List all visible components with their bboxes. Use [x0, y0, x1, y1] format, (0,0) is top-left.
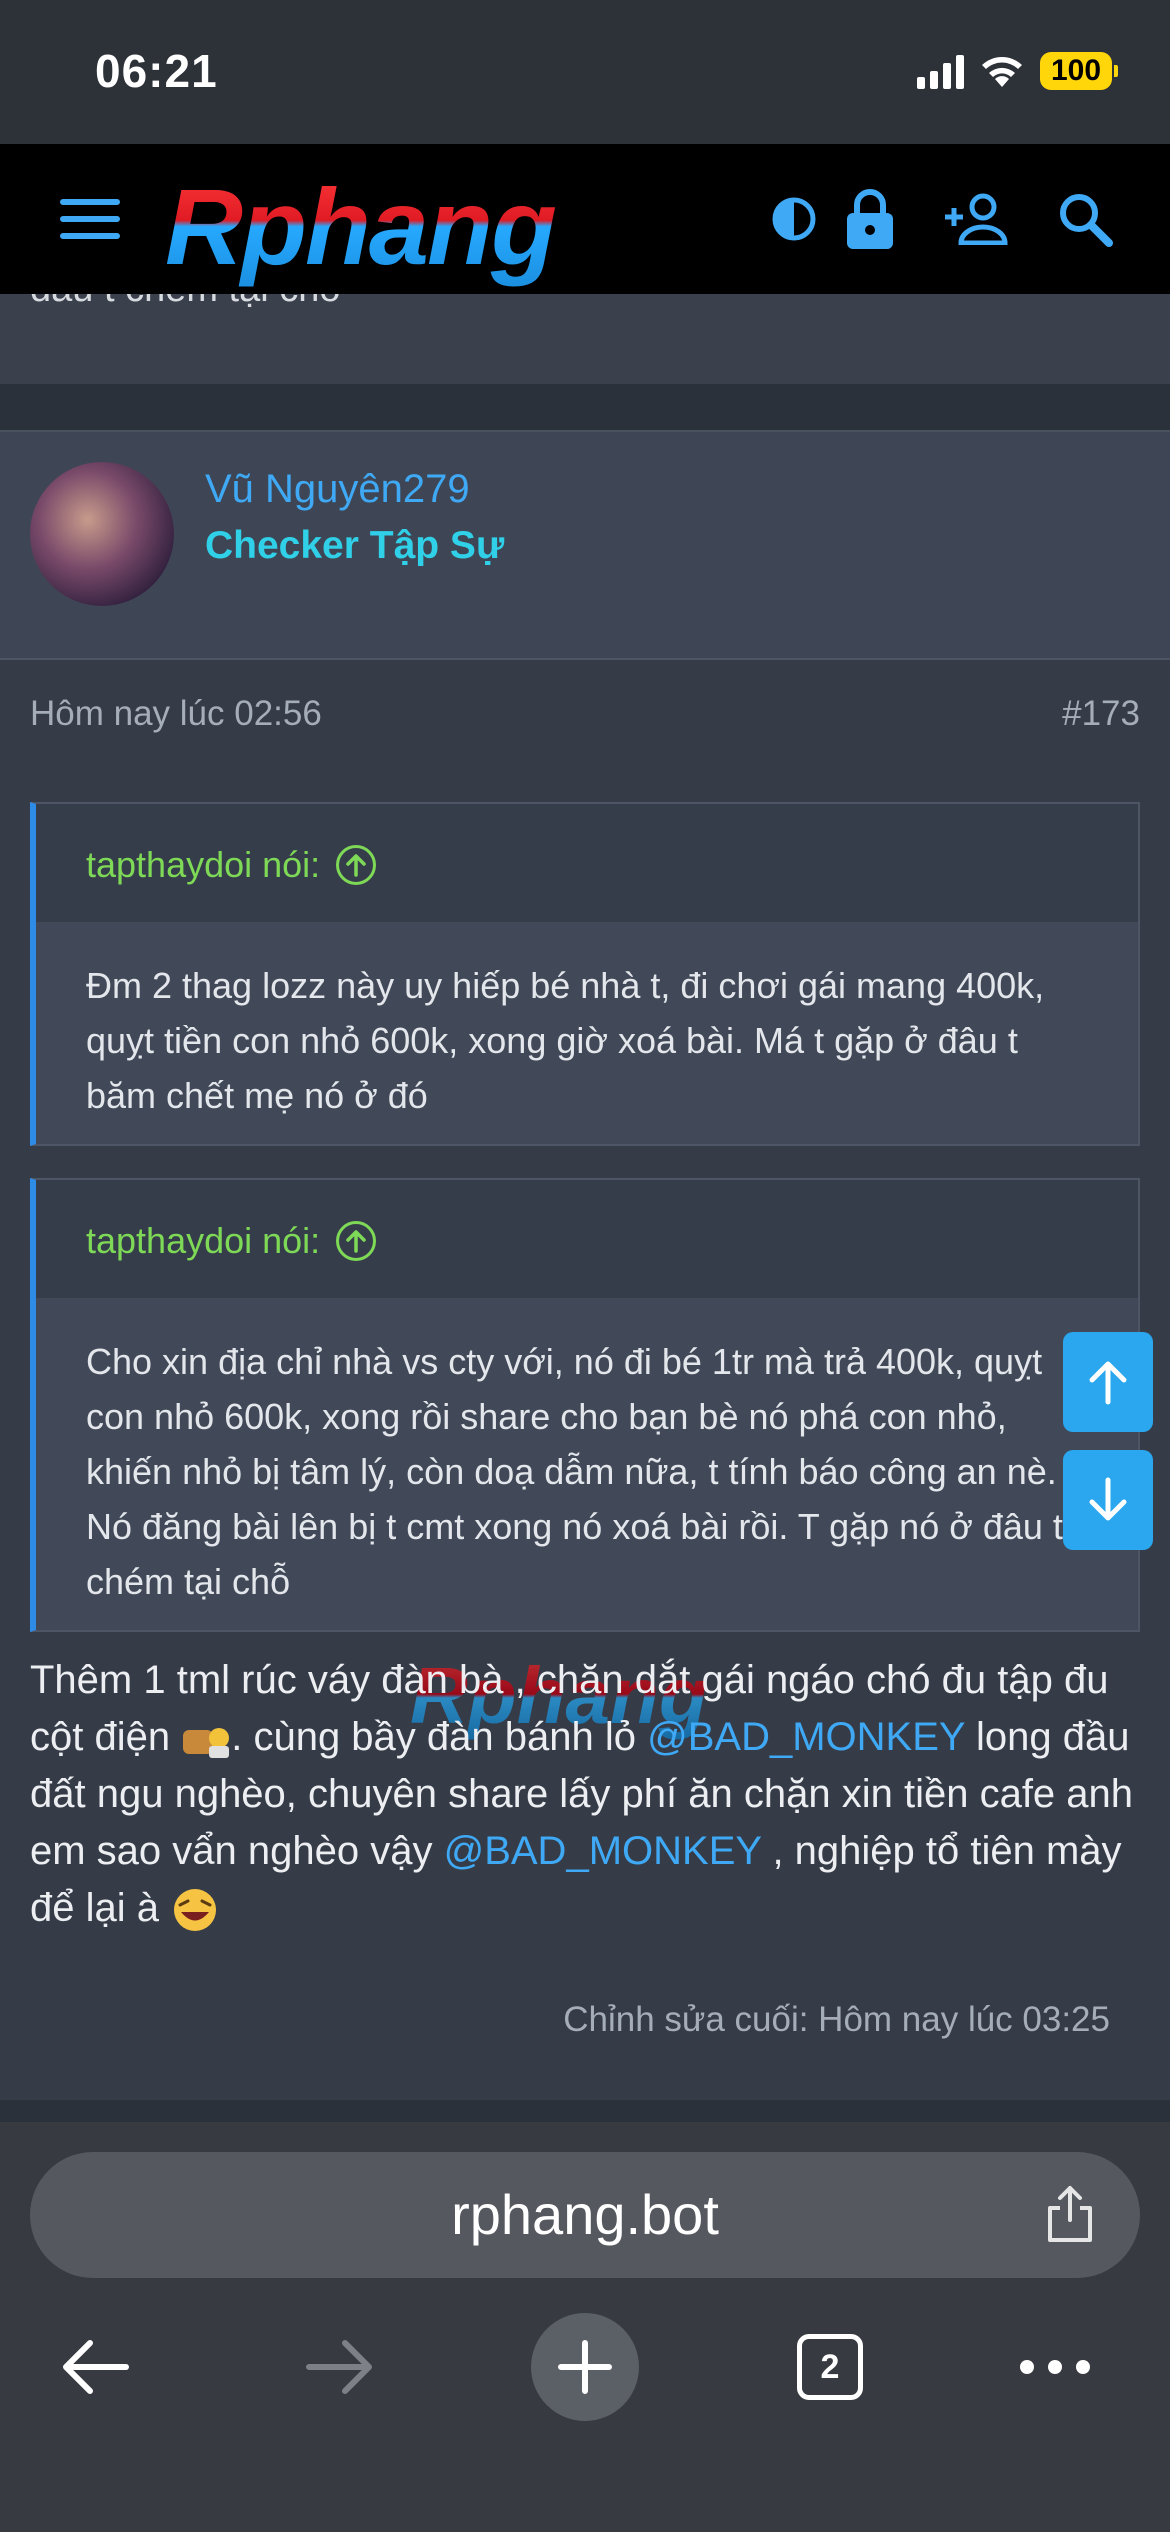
- scroll-top-button[interactable]: [1063, 1332, 1153, 1432]
- post-text: . cùng bầy đàn bánh lỏ: [231, 1715, 648, 1759]
- tab-count: 2: [797, 2334, 863, 2400]
- site-logo[interactable]: Rphang: [165, 164, 555, 289]
- search-icon[interactable]: [1045, 179, 1125, 259]
- cellular-signal-icon: [917, 53, 964, 89]
- arrow-right-icon: [306, 2340, 372, 2394]
- laughing-emoji-icon: [174, 1889, 217, 1932]
- logo-text: Rphang: [165, 166, 555, 287]
- quote-block-2: tapthaydoi nói: Cho xin địa chỉ nhà vs c…: [30, 1178, 1140, 1632]
- address-bar[interactable]: rphang.bot: [30, 2152, 1140, 2278]
- scroll-bottom-button[interactable]: [1063, 1450, 1153, 1550]
- arrow-down-icon: [1089, 1477, 1127, 1521]
- add-user-icon[interactable]: [936, 179, 1016, 259]
- quote-header: tapthaydoi nói:: [36, 1180, 1138, 1298]
- quote-header: tapthaydoi nói:: [36, 804, 1138, 922]
- forward-button[interactable]: [285, 2312, 395, 2422]
- plus-icon: [531, 2313, 639, 2421]
- quote-author[interactable]: tapthaydoi nói:: [86, 844, 377, 886]
- site-header: Rphang: [0, 144, 1170, 294]
- more-icon: [1020, 2360, 1090, 2374]
- back-button[interactable]: [40, 2312, 150, 2422]
- post: Vũ Nguyên279 Checker Tập Sự Hôm nay lúc …: [0, 430, 1170, 2100]
- quote-block-1: tapthaydoi nói: Đm 2 thag lozz này uy hi…: [30, 802, 1140, 1146]
- quote-text: Đm 2 thag lozz này uy hiếp bé nhà t, đi …: [86, 965, 1045, 1116]
- post-timestamp[interactable]: Hôm nay lúc 02:56: [30, 694, 322, 734]
- username[interactable]: Vũ Nguyên279: [205, 467, 470, 512]
- previous-post-text: đâu t chém tại chỗ: [30, 294, 341, 311]
- user-mention[interactable]: @BAD_MONKEY: [647, 1715, 965, 1759]
- wifi-icon: [982, 57, 1022, 87]
- share-icon[interactable]: [1040, 2184, 1100, 2244]
- user-title: Checker Tập Sự: [205, 524, 505, 567]
- status-icons: 100: [917, 52, 1118, 90]
- theme-toggle-icon[interactable]: [754, 179, 834, 259]
- last-edited-label: Chỉnh sửa cuối: Hôm nay lúc 03:25: [563, 2000, 1110, 2039]
- url-text: rphang.bot: [451, 2183, 719, 2246]
- quote-author-label: tapthaydoi nói:: [86, 1220, 321, 1261]
- arrow-left-icon: [63, 2340, 129, 2394]
- menu-icon[interactable]: [50, 179, 130, 259]
- user-mention[interactable]: @BAD_MONKEY: [444, 1829, 762, 1873]
- post-user-block: Vũ Nguyên279 Checker Tập Sự: [0, 432, 1170, 660]
- status-time: 06:21: [95, 45, 218, 97]
- avatar[interactable]: [30, 462, 174, 606]
- post-number[interactable]: #173: [1062, 694, 1140, 734]
- battery-icon: 100: [1040, 52, 1118, 90]
- quote-author-label: tapthaydoi nói:: [86, 844, 321, 885]
- lock-icon[interactable]: [830, 179, 910, 259]
- go-to-quote-icon[interactable]: [336, 845, 377, 885]
- go-to-quote-icon[interactable]: [336, 1221, 377, 1261]
- tabs-button[interactable]: 2: [775, 2312, 885, 2422]
- quote-author[interactable]: tapthaydoi nói:: [86, 1220, 377, 1262]
- new-tab-button[interactable]: [530, 2312, 640, 2422]
- previous-post: đâu t chém tại chỗ: [0, 294, 1170, 384]
- more-options-button[interactable]: [1000, 2312, 1110, 2422]
- post-body: Thêm 1 tml rúc váy đàn bà , chăn dắt gái…: [30, 1652, 1140, 1937]
- quote-text: Cho xin địa chỉ nhà vs cty với, nó đi bé…: [86, 1341, 1063, 1602]
- status-bar: 06:21 100: [0, 0, 1170, 144]
- browser-toolbar: rphang.bot 2: [0, 2122, 1170, 2532]
- emoji-icon: [183, 1728, 230, 1759]
- arrow-up-icon: [1089, 1361, 1127, 1405]
